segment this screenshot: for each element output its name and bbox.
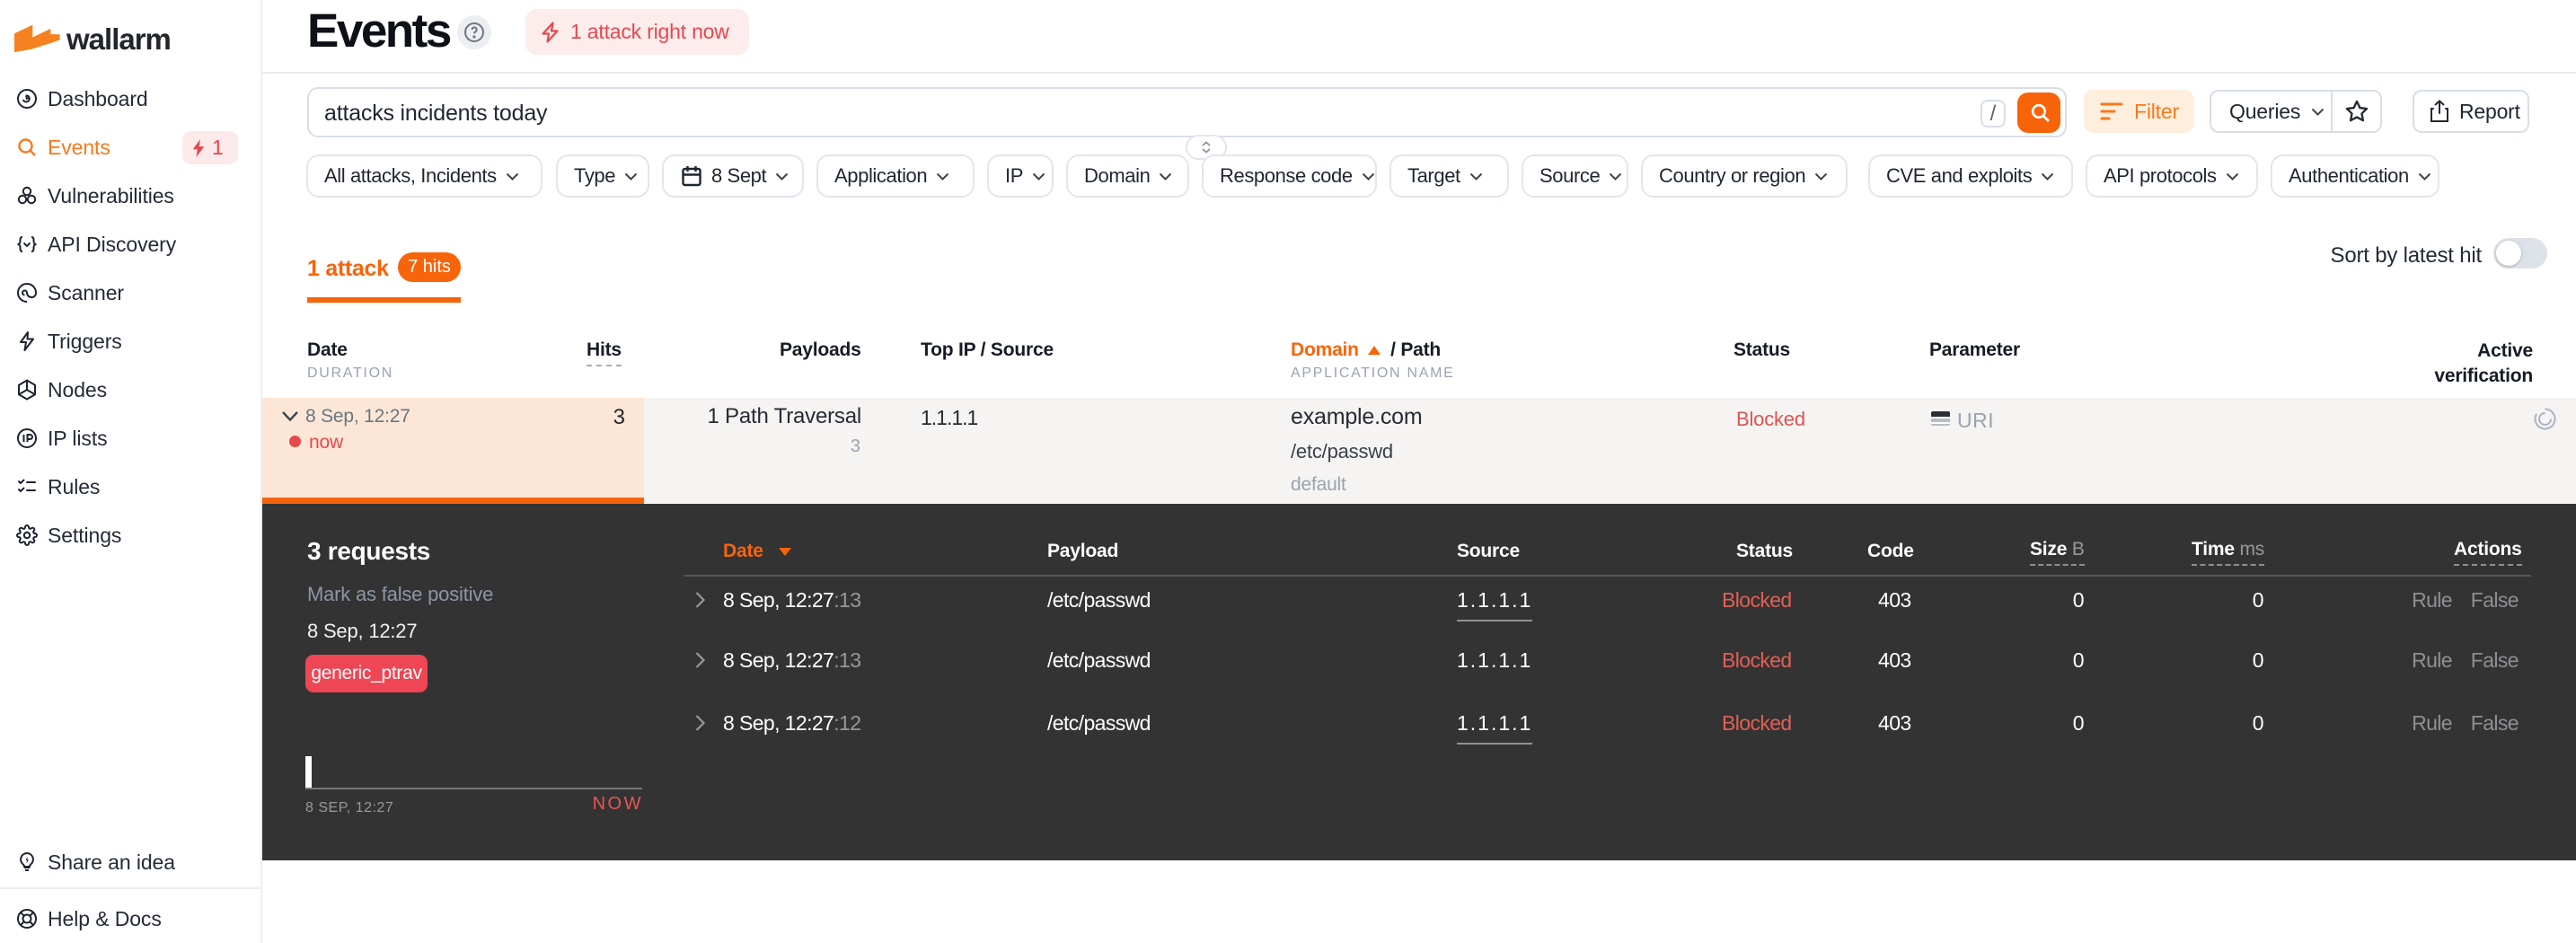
svg-text:wallarm: wallarm: [66, 23, 171, 56]
